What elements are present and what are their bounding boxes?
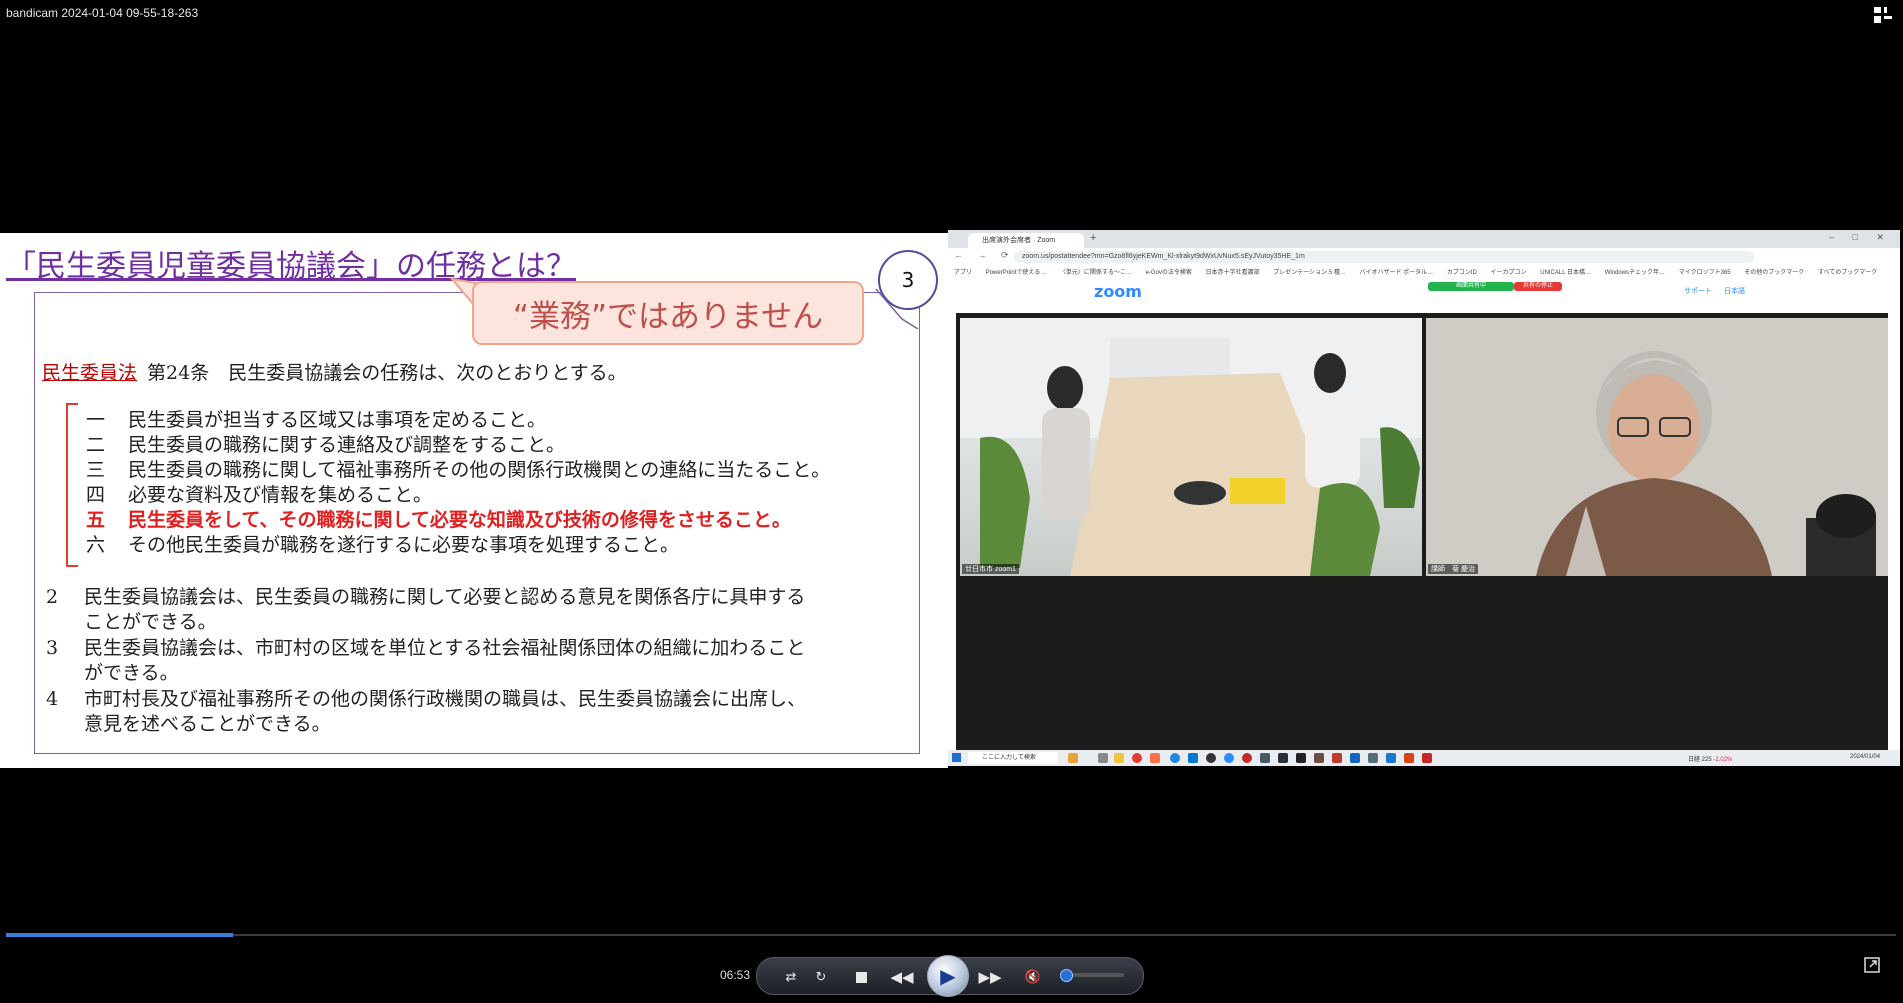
- law-article-line: 民生委員法 第24条 民生委員協議会の任務は、次のとおりとする。: [42, 358, 627, 385]
- list-item: 二民生委員の職務に関する連絡及び調整をすること。: [86, 434, 566, 456]
- skype-icon[interactable]: [1170, 753, 1180, 763]
- participant-name-right: 講師 菊 慶治: [1428, 564, 1478, 574]
- bookmark-item[interactable]: 〈単元〉に関係する〜こ…: [1060, 270, 1132, 276]
- nav-buttons-icon[interactable]: ← → ⟳: [954, 250, 1015, 261]
- stop-icon[interactable]: [852, 968, 870, 986]
- stock-ticker: 日経 225 -2.02%: [1688, 757, 1733, 763]
- rewind-icon[interactable]: ◀◀: [890, 968, 913, 986]
- paragraph: 4 市町村長及び福祉事務所その他の関係行政機関の職員は、民生委員協議会に出席し、意…: [46, 688, 807, 735]
- seek-bar-progress: [6, 933, 233, 937]
- taskbar-app-icon[interactable]: [1296, 753, 1306, 763]
- exit-fullscreen-icon[interactable]: [1873, 6, 1893, 24]
- chrome-icon[interactable]: [1132, 753, 1142, 763]
- participant-name-left: 廿日市市 zoom1: [962, 564, 1019, 574]
- items-bracket: [66, 403, 78, 567]
- zoom-logo[interactable]: zoom: [1094, 282, 1142, 301]
- taskbar-app-icon[interactable]: [1260, 753, 1270, 763]
- acrobat-icon[interactable]: [1422, 753, 1432, 763]
- url-field[interactable]: zoom.us/postattendee?mn=Gzo8fl6yjeKEWm_K…: [1014, 251, 1754, 263]
- window-controls[interactable]: – □ ✕: [1829, 232, 1892, 243]
- taskbar-app-icon[interactable]: [1150, 753, 1160, 763]
- bookmark-item[interactable]: イーカプコン: [1491, 270, 1527, 276]
- browser-tab[interactable]: 出席演外会席者 · Zoom: [968, 233, 1084, 248]
- taskbar-app-icon[interactable]: [1314, 753, 1324, 763]
- bookmark-item[interactable]: PowerPointで使える…: [986, 270, 1047, 276]
- taskbar-search[interactable]: ここに入力して検索: [968, 752, 1058, 764]
- taskbar-app-icon[interactable]: [1068, 753, 1078, 763]
- edge-icon[interactable]: [1188, 753, 1198, 763]
- ab-repeat-icon[interactable]: ⇄: [782, 968, 800, 986]
- slide-title: 「民生委員児童委員協議会」の任務とは？: [6, 249, 576, 284]
- list-item: 六その他民生委員が職務を遂行するに必要な事項を処理すること。: [86, 534, 680, 556]
- repeat-icon[interactable]: ↻: [812, 968, 830, 986]
- stop-share-button[interactable]: 共有の停止: [1514, 282, 1562, 291]
- bookmarks-bar: アプリ PowerPointで使える… 〈単元〉に関係する〜こ… e-Govの法…: [948, 266, 1900, 280]
- bookmark-item[interactable]: e-Govの法令検索: [1146, 270, 1192, 276]
- volume-knob[interactable]: [1060, 969, 1073, 982]
- window-title: bandicam 2024-01-04 09-55-18-263: [6, 6, 199, 20]
- browser-tab-bar: 出席演外会席者 · Zoom + – □ ✕: [948, 230, 1900, 248]
- bookmark-item[interactable]: すべてのブックマーク: [1818, 270, 1877, 276]
- list-item-highlighted: 五民生委員をして、その職務に関して必要な知識及び技術の修得をさせること。: [86, 509, 791, 531]
- mute-icon[interactable]: 🔇: [1024, 968, 1042, 986]
- taskbar-app-icon[interactable]: [1278, 753, 1288, 763]
- new-tab-icon[interactable]: +: [1090, 232, 1096, 244]
- participant-video-right[interactable]: 講師 菊 慶治: [1426, 318, 1888, 576]
- taskbar-app-icon[interactable]: [1098, 753, 1108, 763]
- taskbar-app-icon[interactable]: [1332, 753, 1342, 763]
- paragraph: 2 民生委員協議会は、民生委員の職務に関して必要と認める意見を関係各庁に具申するこ…: [46, 586, 806, 633]
- taskbar-app-icon[interactable]: [1368, 753, 1378, 763]
- zoom-header: [948, 280, 1900, 302]
- popout-icon[interactable]: [1864, 957, 1880, 973]
- bookmark-item[interactable]: カプコンID: [1447, 270, 1477, 276]
- outlook-icon[interactable]: [1386, 753, 1396, 763]
- folder-icon[interactable]: [1114, 753, 1124, 763]
- presentation-slide: 「民生委員児童委員協議会」の任務とは？ 3 “業務”ではありません 民生委員法第…: [0, 233, 948, 768]
- callout-bubble: “業務”ではありません: [472, 281, 864, 345]
- bookmark-item[interactable]: プレゼンテーション 5 種…: [1273, 270, 1346, 276]
- start-icon[interactable]: [952, 753, 961, 762]
- bookmark-item[interactable]: Windowsチェック年…: [1605, 270, 1665, 276]
- slide-page-number: 3: [878, 250, 938, 310]
- language-select[interactable]: 日本語: [1724, 286, 1745, 296]
- playback-time: 06:53: [720, 968, 751, 982]
- play-button[interactable]: ▶: [927, 955, 969, 997]
- taskbar-app-icon[interactable]: [1206, 753, 1216, 763]
- meeting-room-image: [960, 318, 1422, 576]
- browser-capture: 出席演外会席者 · Zoom + – □ ✕ ← → ⟳ zoom.us/pos…: [948, 230, 1900, 766]
- bookmark-item[interactable]: バイオハザード ポータル…: [1360, 270, 1434, 276]
- bookmark-item[interactable]: マイクロソフト365: [1679, 270, 1731, 276]
- screen-sharing-indicator: 画面共有中: [1428, 282, 1514, 291]
- seek-bar[interactable]: [6, 934, 1896, 936]
- bookmark-item[interactable]: アプリ: [954, 270, 972, 276]
- law-name: 民生委員法: [42, 362, 138, 384]
- list-item: 一民生委員が担当する区域又は事項を定めること。: [86, 409, 547, 431]
- law-article-text: 第24条 民生委員協議会の任務は、次のとおりとする。: [147, 362, 627, 384]
- taskbar-app-icon[interactable]: [1350, 753, 1360, 763]
- windows-taskbar: ここに入力して検索 日経 225 -2.02% 2024/01/04: [948, 750, 1900, 766]
- paragraph: 3 民生委員協議会は、市町村の区域を単位とする社会福祉関係団体の組織に加わることが…: [46, 637, 806, 684]
- powerpoint-icon[interactable]: [1404, 753, 1414, 763]
- speaker-image: [1426, 318, 1888, 576]
- bookmark-item[interactable]: 日本赤十字社看護部: [1206, 270, 1260, 276]
- support-link[interactable]: サポート: [1684, 286, 1712, 296]
- zoom-icon[interactable]: [1224, 753, 1234, 763]
- taskbar-date: 2024/01/04: [1850, 754, 1881, 760]
- participant-video-left[interactable]: 廿日市市 zoom1: [960, 318, 1422, 576]
- fast-forward-icon[interactable]: ▶▶: [978, 968, 1001, 986]
- bookmark-item[interactable]: UNICALL 日本橋…: [1540, 270, 1591, 276]
- address-bar: ← → ⟳ zoom.us/postattendee?mn=Gzo8fl6yje…: [948, 248, 1900, 266]
- list-item: 四必要な資料及び情報を集めること。: [86, 484, 433, 506]
- list-item: 三民生委員の職務に関して福祉事務所その他の関係行政機関との連絡に当たること。: [86, 459, 831, 481]
- record-icon[interactable]: [1242, 753, 1252, 763]
- bookmark-item[interactable]: その他のブックマーク: [1744, 270, 1804, 276]
